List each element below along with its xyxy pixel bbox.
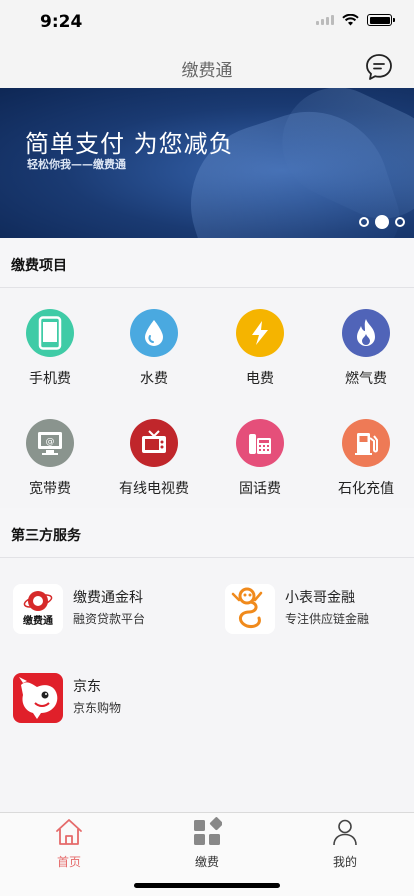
service-name: 缴费通金科	[73, 590, 143, 606]
service-desc: 京东购物	[73, 701, 122, 715]
fuel-pump-icon	[342, 419, 390, 467]
section-title: 第三方服务	[11, 528, 81, 544]
tab-home[interactable]: 首页	[0, 813, 138, 869]
water-drop-icon	[130, 309, 178, 357]
payment-item-label: 有线电视费	[119, 481, 189, 497]
home-icon	[56, 819, 82, 845]
payment-item-cable-tv[interactable]: 有线电视费	[104, 399, 204, 509]
service-item-jiaofeitong[interactable]: 缴费通 缴费通金科 融资贷款平台	[13, 584, 213, 644]
payment-item-broadband[interactable]: @ 宽带费	[0, 399, 100, 509]
grid-icon	[194, 817, 223, 845]
tab-payment[interactable]: 缴费	[138, 813, 276, 869]
flame-icon	[342, 309, 390, 357]
status-time: 9:24	[40, 12, 83, 32]
tab-profile[interactable]: 我的	[276, 813, 414, 869]
chat-bubble-icon[interactable]	[364, 52, 394, 82]
jiaofeitong-logo: 缴费通	[13, 584, 63, 634]
banner-title: 简单支付 为您减负	[25, 130, 234, 158]
service-item-jd[interactable]: 京东 京东购物	[13, 673, 213, 733]
user-icon	[333, 819, 357, 846]
svg-text:缴费通: 缴费通	[23, 614, 53, 627]
payment-grid: 手机费 水费 电费 燃气费 @ 宽带费 有线电视费 固话费 石化充值	[0, 289, 414, 509]
payment-item-petro[interactable]: 石化充值	[316, 399, 414, 509]
payment-item-label: 宽带费	[29, 481, 71, 497]
carousel-dot[interactable]	[395, 217, 405, 227]
banner-subtitle: 轻松你我——缴费通	[27, 158, 126, 171]
home-indicator	[134, 883, 280, 888]
payment-item-label: 固话费	[239, 481, 281, 497]
tab-bar: 首页 缴费 我的	[0, 812, 414, 896]
signal-icon	[316, 15, 334, 25]
service-item-xiaobiaoge[interactable]: 小表哥金融 专注供应链金融	[225, 584, 414, 644]
payment-item-mobile[interactable]: 手机费	[0, 289, 100, 399]
wifi-icon	[342, 14, 359, 26]
payment-item-water[interactable]: 水费	[104, 289, 204, 399]
service-name: 京东	[73, 679, 101, 695]
tab-label: 首页	[56, 855, 81, 869]
service-name: 小表哥金融	[285, 590, 355, 606]
svg-text:@: @	[46, 437, 55, 447]
carousel-dots	[359, 215, 405, 229]
payment-item-label: 石化充值	[338, 481, 394, 497]
carousel-dot-active[interactable]	[375, 215, 389, 229]
payment-item-label: 电费	[246, 371, 274, 387]
monitor-icon: @	[26, 419, 74, 467]
promo-banner[interactable]: 简单支付 为您减负 轻松你我——缴费通	[0, 88, 414, 238]
section-title: 缴费项目	[11, 258, 67, 274]
page-title: 缴费通	[181, 61, 233, 81]
payment-item-label: 水费	[140, 371, 168, 387]
status-indicators	[316, 14, 395, 26]
xiaobiaoge-logo	[225, 584, 275, 634]
battery-icon	[367, 14, 395, 26]
phone-icon	[26, 309, 74, 357]
telephone-icon	[236, 419, 284, 467]
nav-bar: 缴费通	[0, 44, 414, 88]
payment-item-label: 燃气费	[345, 371, 387, 387]
tab-label: 我的	[332, 855, 357, 869]
jd-logo	[13, 673, 63, 723]
service-desc: 专注供应链金融	[285, 612, 370, 626]
lightning-icon	[236, 309, 284, 357]
services-section-header: 第三方服务	[0, 508, 414, 558]
payment-item-electricity[interactable]: 电费	[210, 289, 310, 399]
carousel-dot[interactable]	[359, 217, 369, 227]
payment-item-gas[interactable]: 燃气费	[316, 289, 414, 399]
status-bar: 9:24	[0, 0, 414, 44]
payment-item-landline[interactable]: 固话费	[210, 399, 310, 509]
payment-section-header: 缴费项目	[0, 238, 414, 288]
payment-item-label: 手机费	[29, 371, 71, 387]
tv-icon	[130, 419, 178, 467]
tab-label: 缴费	[194, 855, 219, 869]
service-desc: 融资贷款平台	[73, 612, 146, 626]
